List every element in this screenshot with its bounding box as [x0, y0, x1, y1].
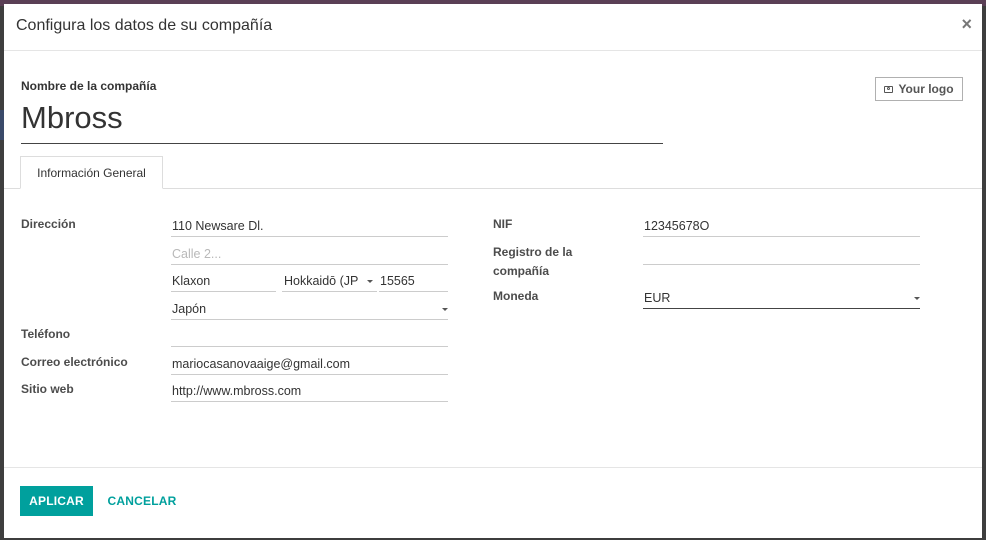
your-logo-label: Your logo	[898, 82, 954, 96]
state-select[interactable]: Hokkaidō (JP	[282, 272, 377, 292]
camera-icon	[884, 85, 894, 93]
phone-input[interactable]	[171, 327, 448, 347]
zip-input[interactable]: 15565	[379, 272, 448, 292]
tab-general-info[interactable]: Información General	[20, 156, 163, 189]
apply-button[interactable]: APLICAR	[20, 486, 93, 516]
city-input[interactable]: Klaxon	[171, 272, 276, 292]
email-input[interactable]: mariocasanovaaige@gmail.com	[171, 355, 448, 375]
currency-value: EUR	[644, 291, 671, 305]
footer-divider	[4, 467, 982, 468]
website-label: Sitio web	[21, 382, 74, 396]
company-config-dialog: Configura los datos de su compañía × Nom…	[4, 4, 982, 538]
street2-input[interactable]: Calle 2...	[171, 245, 448, 265]
state-chevron-down-icon[interactable]	[367, 280, 373, 283]
dialog-title: Configura los datos de su compañía	[16, 17, 273, 34]
company-registry-label-line1: Registro de la	[493, 245, 573, 259]
currency-label: Moneda	[493, 289, 539, 303]
vat-input[interactable]: 12345678O	[643, 217, 920, 237]
address-label: Dirección	[21, 217, 76, 231]
close-button[interactable]: ×	[961, 15, 972, 33]
company-registry-label: Registro de la compañía	[493, 243, 572, 281]
country-chevron-down-icon[interactable]	[442, 308, 448, 311]
currency-select[interactable]: EUR	[643, 289, 920, 309]
company-name-label: Nombre de la compañía	[21, 79, 157, 93]
dialog-header: Configura los datos de su compañía ×	[4, 4, 982, 51]
email-label: Correo electrónico	[21, 355, 128, 369]
state-value: Hokkaidō (JP	[284, 274, 359, 288]
company-registry-label-line2: compañía	[493, 264, 550, 278]
your-logo-button[interactable]: Your logo	[875, 77, 963, 101]
country-value: Japón	[172, 302, 207, 316]
phone-label: Teléfono	[21, 327, 71, 341]
cancel-button[interactable]: CANCELAR	[102, 486, 182, 516]
vat-label: NIF	[493, 217, 513, 231]
street-input[interactable]: 110 Newsare Dl.	[171, 217, 448, 237]
website-input[interactable]: http://www.mbross.com	[171, 382, 448, 402]
currency-chevron-down-icon[interactable]	[914, 297, 920, 300]
company-name-input[interactable]: Mbross	[21, 100, 663, 144]
company-registry-input[interactable]	[643, 245, 920, 265]
country-select[interactable]: Japón	[171, 300, 448, 320]
